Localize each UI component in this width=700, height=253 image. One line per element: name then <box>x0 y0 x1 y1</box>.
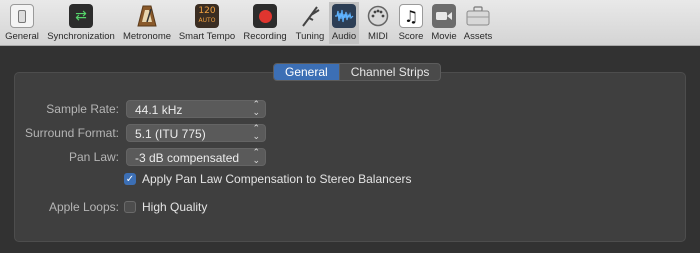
tuning-fork-icon <box>298 4 322 28</box>
preferences-toolbar: General ⇄ Synchronization Metronome 120 … <box>0 0 700 46</box>
chevron-up-down-icon: ⌃ ⌄ <box>252 124 260 142</box>
high-quality-option[interactable]: High Quality <box>124 200 207 214</box>
toolbar-item-recording[interactable]: Recording <box>242 2 288 44</box>
sample-rate-label: Sample Rate: <box>46 102 119 116</box>
surround-format-value: 5.1 (ITU 775) <box>135 127 206 141</box>
smart-tempo-icon: 120 AUTO <box>195 4 219 28</box>
pan-law-popup[interactable]: -3 dB compensated ⌃ ⌄ <box>126 148 266 166</box>
apple-loops-label: Apple Loops: <box>48 200 119 214</box>
sync-icon: ⇄ <box>69 4 93 28</box>
surround-format-popup[interactable]: 5.1 (ITU 775) ⌃ ⌄ <box>126 124 266 142</box>
smart-tempo-bpm: 120 <box>198 6 216 16</box>
toolbar-item-label: Synchronization <box>47 31 115 42</box>
toolbar-item-midi[interactable]: MIDI <box>365 2 391 44</box>
toolbar-item-label: Smart Tempo <box>178 31 236 42</box>
tab-channel-strips[interactable]: Channel Strips <box>338 64 441 80</box>
camera-icon <box>432 4 456 28</box>
surround-format-label: Surround Format: <box>24 126 119 140</box>
toolbar-item-label: Score <box>398 31 424 42</box>
toolbar-item-smart-tempo[interactable]: 120 AUTO Smart Tempo <box>177 2 237 44</box>
toolbar-item-score[interactable]: ♫ Score <box>396 2 426 44</box>
toolbar-item-label: Metronome <box>122 31 172 42</box>
pan-law-label: Pan Law: <box>68 150 119 164</box>
music-note-icon: ♫ <box>399 4 423 28</box>
high-quality-label: High Quality <box>142 200 208 214</box>
pan-law-value: -3 dB compensated <box>135 151 240 165</box>
toolbar-item-tuning[interactable]: Tuning <box>293 2 327 44</box>
sample-rate-popup[interactable]: 44.1 kHz ⌃ ⌄ <box>126 100 266 118</box>
record-icon <box>253 4 277 28</box>
toolbar-item-label: MIDI <box>367 31 389 42</box>
toolbar-item-label: Assets <box>463 31 493 42</box>
metronome-icon <box>135 4 159 28</box>
general-switch-icon <box>10 4 34 28</box>
toolbar-item-audio[interactable]: Audio <box>329 2 359 44</box>
tab-general[interactable]: General <box>274 64 339 80</box>
smart-tempo-auto: AUTO <box>198 17 216 24</box>
toolbar-item-label: Tuning <box>295 31 325 42</box>
apply-pan-law-label: Apply Pan Law Compensation to Stereo Bal… <box>142 172 412 186</box>
tab-control: General Channel Strips <box>273 63 442 81</box>
audio-waveform-icon <box>332 4 356 28</box>
toolbar-item-label: Recording <box>243 31 287 42</box>
toolbar-item-label: Movie <box>431 31 457 42</box>
apply-pan-law-checkbox[interactable]: ✓ <box>124 173 136 185</box>
assets-case-icon <box>466 4 490 28</box>
toolbar-item-label: Audio <box>331 31 357 42</box>
apply-pan-law-option[interactable]: ✓ Apply Pan Law Compensation to Stereo B… <box>124 172 412 186</box>
chevron-up-down-icon: ⌃ ⌄ <box>252 148 260 166</box>
toolbar-item-movie[interactable]: Movie <box>429 2 459 44</box>
high-quality-checkbox[interactable] <box>124 201 136 213</box>
sample-rate-value: 44.1 kHz <box>135 103 183 117</box>
toolbar-item-label: General <box>5 31 39 42</box>
toolbar-item-general[interactable]: General <box>4 2 40 44</box>
toolbar-item-synchronization[interactable]: ⇄ Synchronization <box>44 2 118 44</box>
toolbar-item-assets[interactable]: Assets <box>462 2 494 44</box>
midi-icon <box>366 4 390 28</box>
toolbar-item-metronome[interactable]: Metronome <box>121 2 173 44</box>
chevron-up-down-icon: ⌃ ⌄ <box>252 100 260 118</box>
